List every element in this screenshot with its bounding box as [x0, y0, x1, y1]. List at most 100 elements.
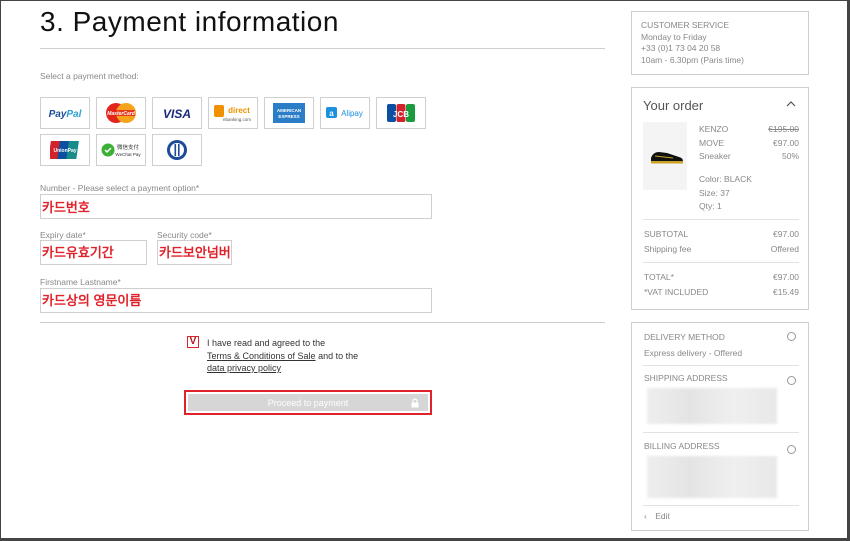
sneaker-icon — [651, 152, 683, 164]
svg-text:UnionPay: UnionPay — [53, 148, 76, 154]
terms-of-sale-link[interactable]: Terms & Conditions of Sale — [207, 351, 316, 361]
product-prices: €195.00 €97.00 50% — [768, 123, 799, 164]
delivery-method-title: DELIVERY METHOD — [644, 332, 725, 342]
terms-checkbox[interactable]: V — [187, 336, 199, 348]
svg-text:a: a — [329, 109, 334, 118]
terms-text: I have read and agreed to the Terms & Co… — [207, 337, 358, 375]
subtotal-label: SUBTOTAL — [644, 229, 689, 239]
payment-method-amex[interactable]: AMERICAN EXPRESS — [264, 97, 314, 129]
product-details: KENZO MOVE Sneaker — [699, 123, 731, 164]
product-original-price: €195.00 — [768, 124, 799, 134]
customer-service-hours: 10am - 6.30pm (Paris time) — [641, 54, 744, 65]
payment-method-unionpay[interactable]: UnionPay — [40, 134, 90, 166]
svg-text:AMERICAN: AMERICAN — [277, 108, 301, 113]
payment-method-mastercard[interactable]: MasterCard — [96, 97, 146, 129]
shipping-fee-label: Shipping fee — [644, 244, 692, 254]
order-divider-1 — [643, 219, 799, 220]
edit-link[interactable]: ‹ Edit — [644, 511, 670, 521]
terms-line-1: I have read and agreed to the — [207, 338, 326, 348]
payment-method-alipay[interactable]: a Alipay — [320, 97, 370, 129]
jcb-icon: JCB — [387, 104, 415, 122]
payment-method-wechatpay[interactable]: 微信支付 WeChat Pay — [96, 134, 146, 166]
svg-text:direct: direct — [228, 106, 250, 115]
cardholder-name-annotation: 카드상의 영문이름 — [42, 290, 142, 309]
proceed-button-label: Proceed to payment — [267, 397, 349, 408]
wechatpay-icon: 微信支付 WeChat Pay — [101, 143, 141, 157]
shipping-address-redacted — [647, 388, 777, 424]
product-type: Sneaker — [699, 151, 731, 161]
page-title: 3. Payment information — [40, 6, 339, 37]
product-discount: 50% — [781, 151, 799, 161]
cardholder-name-label: Firstname Lastname* — [40, 277, 121, 287]
total-label: TOTAL* — [644, 272, 674, 282]
svg-text:ebanking.com: ebanking.com — [223, 117, 251, 122]
product-color: Color: BLACK — [699, 174, 752, 184]
order-divider-2 — [643, 262, 799, 263]
privacy-policy-link[interactable]: data privacy policy — [207, 363, 281, 373]
card-number-label: Number - Please select a payment option* — [40, 183, 200, 193]
security-code-label: Security code* — [157, 230, 212, 240]
shipping-address-check-icon — [787, 376, 796, 385]
order-title: Your order — [643, 98, 704, 113]
delivery-divider-1 — [643, 365, 799, 366]
card-number-annotation: 카드번호 — [42, 197, 90, 216]
customer-service-days: Monday to Friday — [641, 31, 707, 42]
shipping-address-title: SHIPPING ADDRESS — [644, 373, 728, 383]
billing-address-redacted — [647, 456, 777, 498]
product-image[interactable] — [643, 122, 687, 190]
shipping-fee-value: Offered — [770, 244, 799, 254]
vat-label: *VAT INCLUDED — [644, 287, 709, 297]
product-size: Size: 37 — [699, 187, 730, 198]
card-number-input[interactable] — [40, 194, 432, 219]
expiry-date-annotation: 카드유효기간 — [42, 242, 114, 261]
expiry-date-label: Expiry date* — [40, 230, 86, 240]
payment-method-jcb[interactable]: JCB — [376, 97, 426, 129]
form-divider — [40, 322, 605, 323]
delivery-divider-2 — [643, 432, 799, 433]
billing-address-check-icon — [787, 445, 796, 454]
security-code-annotation: 카드보안넘버 — [159, 242, 231, 261]
svg-text:微信支付: 微信支付 — [117, 143, 140, 151]
customer-service-title: CUSTOMER SERVICE — [641, 20, 730, 30]
proceed-to-payment-button[interactable]: Proceed to payment — [184, 390, 432, 415]
svg-text:JCB: JCB — [393, 110, 409, 119]
edit-label: Edit — [655, 511, 670, 521]
customer-service-text: CUSTOMER SERVICE Monday to Friday +33 (0… — [641, 20, 744, 66]
product-options: Color: BLACK Size: 37 Qty: 1 — [699, 173, 752, 214]
customer-service-phone[interactable]: +33 (0)1 73 04 20 58 — [641, 43, 744, 55]
payment-method-diners[interactable] — [152, 134, 202, 166]
vat-value: €15.49 — [773, 287, 799, 297]
title-divider — [40, 48, 605, 49]
total-value: €97.00 — [773, 272, 799, 282]
product-brand: KENZO — [699, 124, 729, 134]
svg-text:EXPRESS: EXPRESS — [278, 114, 299, 119]
paypal-icon: PayPal — [49, 109, 82, 120]
payment-method-visa[interactable]: VISA — [152, 97, 202, 129]
select-method-label: Select a payment method: — [40, 71, 139, 81]
svg-text:VISA: VISA — [163, 107, 191, 120]
chevron-left-icon: ‹ — [644, 511, 647, 521]
diners-icon — [167, 140, 187, 160]
amex-icon: AMERICAN EXPRESS — [273, 103, 305, 123]
product-name: MOVE — [699, 137, 725, 148]
alipay-icon: a Alipay — [326, 107, 363, 118]
delivery-method-check-icon — [787, 332, 796, 341]
svg-text:PayPal: PayPal — [49, 109, 82, 120]
chevron-up-icon[interactable] — [786, 100, 796, 107]
delivery-method-value: Express delivery - Offered — [644, 348, 743, 358]
unionpay-icon: UnionPay — [50, 141, 79, 159]
lock-icon — [411, 398, 419, 408]
sofort-icon: direct ebanking.com — [214, 105, 251, 122]
product-qty: Qty: 1 — [699, 201, 722, 211]
svg-text:Alipay: Alipay — [341, 109, 363, 118]
svg-text:MasterCard: MasterCard — [107, 111, 135, 117]
visa-icon: VISA — [163, 107, 191, 120]
terms-and-to: and to the — [315, 350, 359, 361]
payment-method-paypal[interactable]: PayPal — [40, 97, 90, 129]
product-price: €97.00 — [773, 137, 799, 148]
mastercard-icon: MasterCard — [106, 103, 136, 123]
svg-text:WeChat Pay: WeChat Pay — [115, 152, 141, 157]
payment-method-sofort[interactable]: direct ebanking.com — [208, 97, 258, 129]
delivery-divider-3 — [643, 505, 799, 506]
billing-address-title: BILLING ADDRESS — [644, 441, 720, 451]
